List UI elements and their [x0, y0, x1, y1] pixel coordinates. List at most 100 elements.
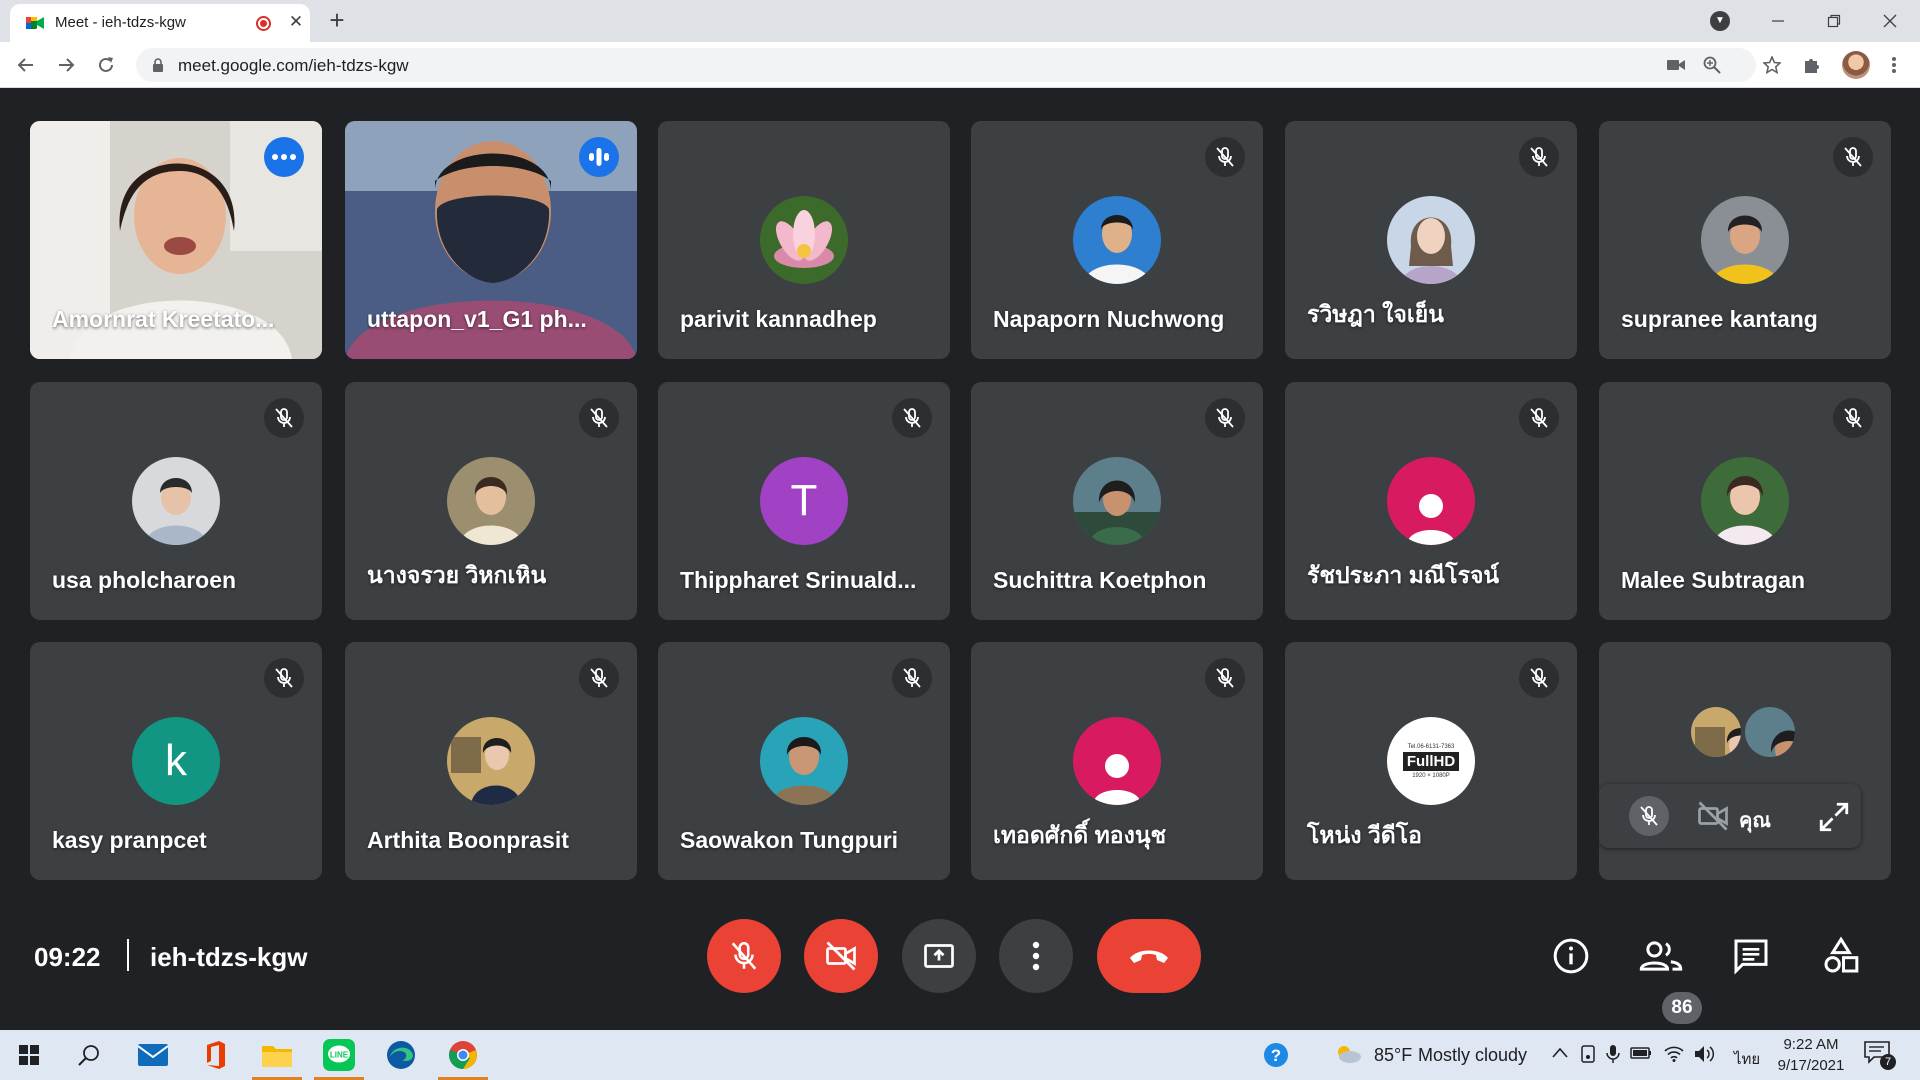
participant-tile[interactable]: Suchittra Koetphon: [971, 382, 1263, 620]
expand-icon[interactable]: [1817, 800, 1851, 834]
participant-tile[interactable]: Saowakon Tungpuri: [658, 642, 950, 880]
mini-avatar: [1691, 707, 1741, 757]
mic-off-icon: [1844, 147, 1862, 167]
forward-button[interactable]: [52, 51, 80, 79]
participant-tile[interactable]: T Thippharet Srinuald...: [658, 382, 950, 620]
people-button[interactable]: [1632, 927, 1690, 985]
address-bar[interactable]: meet.google.com/ieh-tdzs-kgw: [136, 48, 1781, 82]
minimize-button[interactable]: [1750, 0, 1806, 42]
browser-menu-button[interactable]: [1880, 51, 1908, 79]
camera-off-icon[interactable]: [1693, 798, 1733, 834]
muted-indicator: [1205, 658, 1245, 698]
meeting-time: 09:22: [34, 942, 101, 972]
camera-in-use-icon[interactable]: [1666, 55, 1686, 75]
windows-taskbar: LINE ? 85°F Mostly cloudy ไทย 9:22 AM 9/…: [0, 1030, 1920, 1080]
volume-icon[interactable]: [1694, 1044, 1716, 1064]
muted-indicator: [579, 658, 619, 698]
recording-indicator-icon: [256, 16, 271, 31]
start-button[interactable]: [0, 1030, 58, 1080]
search-button[interactable]: [60, 1030, 118, 1080]
office-app[interactable]: [186, 1030, 244, 1080]
restore-button[interactable]: [1806, 0, 1862, 42]
participant-tile[interactable]: Arthita Boonprasit: [345, 642, 637, 880]
muted-indicator: [1205, 398, 1245, 438]
participant-avatar: [1701, 457, 1789, 545]
help-button[interactable]: ?: [1248, 1030, 1304, 1080]
participant-name: uttapon_v1_G1 ph...: [367, 306, 587, 332]
participant-tile[interactable]: parivit kannadhep: [658, 121, 950, 359]
system-clock[interactable]: 9:22 AM 9/17/2021: [1775, 1034, 1847, 1076]
browser-tab-meet[interactable]: Meet - ieh-tdzs-kgw ✕: [10, 4, 310, 42]
minimize-icon: [1772, 20, 1784, 22]
notification-center-button[interactable]: 7: [1864, 1040, 1896, 1070]
participant-tile[interactable]: รัชประภา มณีโรจน์: [1285, 382, 1577, 620]
zoom-icon[interactable]: [1702, 55, 1722, 75]
mic-off-icon: [731, 941, 757, 970]
more-options-button[interactable]: [999, 919, 1073, 993]
present-screen-icon: [924, 944, 954, 968]
toggle-microphone-button[interactable]: [707, 919, 781, 993]
notification-count-badge: 7: [1880, 1054, 1896, 1070]
muted-indicator: [1833, 137, 1873, 177]
weather-temperature[interactable]: 85°F: [1374, 1045, 1412, 1066]
toggle-camera-button[interactable]: [804, 919, 878, 993]
participant-name: Arthita Boonprasit: [367, 827, 569, 853]
new-tab-button[interactable]: +: [325, 7, 349, 33]
participant-name: parivit kannadhep: [680, 306, 877, 332]
line-app[interactable]: LINE: [310, 1030, 368, 1080]
mic-off-icon: [1216, 147, 1234, 167]
self-tile[interactable]: คุณ: [1599, 642, 1891, 880]
participant-tile[interactable]: usa pholcharoen: [30, 382, 322, 620]
participant-tile[interactable]: Amornrat Kreetato...: [30, 121, 322, 359]
device-icon[interactable]: [1580, 1045, 1596, 1063]
wifi-icon[interactable]: [1664, 1044, 1684, 1062]
chevron-up-icon[interactable]: [1552, 1047, 1568, 1059]
participant-tile[interactable]: Napaporn Nuchwong: [971, 121, 1263, 359]
weather-description[interactable]: Mostly cloudy: [1418, 1045, 1527, 1066]
self-mic-button[interactable]: [1629, 796, 1669, 836]
help-icon: ?: [1264, 1043, 1288, 1067]
leave-call-button[interactable]: [1097, 919, 1201, 993]
tab-close-icon[interactable]: ✕: [286, 12, 306, 32]
meeting-code: ieh-tdzs-kgw: [150, 942, 308, 972]
battery-icon[interactable]: [1630, 1046, 1652, 1060]
present-screen-button[interactable]: [902, 919, 976, 993]
extensions-button[interactable]: [1798, 51, 1826, 79]
mail-app[interactable]: [124, 1030, 182, 1080]
bookmark-star-icon[interactable]: [1762, 55, 1782, 75]
self-preview-panel: คุณ: [1599, 784, 1861, 848]
reload-button[interactable]: [92, 51, 120, 79]
chrome-app[interactable]: [434, 1030, 492, 1080]
activities-button[interactable]: [1812, 927, 1870, 985]
participant-tile[interactable]: เทอดศักดิ์ ทองนุช: [971, 642, 1263, 880]
participant-tile[interactable]: Tel.06-6131-7363 FullHD 1920 × 1080P โหน่ง …: [1285, 642, 1577, 880]
file-explorer-app[interactable]: [248, 1030, 306, 1080]
speaking-indicator-icon: [589, 148, 609, 166]
participant-tile[interactable]: uttapon_v1_G1 ph...: [345, 121, 637, 359]
participant-tile[interactable]: k kasy pranpcet: [30, 642, 322, 880]
svg-text:?: ?: [1271, 1046, 1281, 1065]
participant-avatar: [760, 717, 848, 805]
muted-indicator: [264, 398, 304, 438]
back-button[interactable]: [12, 51, 40, 79]
profile-avatar[interactable]: [1842, 51, 1870, 79]
participant-name: Napaporn Nuchwong: [993, 306, 1225, 332]
tile-more-options-button[interactable]: [264, 137, 304, 177]
participant-tile[interactable]: รวิษฎา ใจเย็น: [1285, 121, 1577, 359]
browser-toolbar: meet.google.com/ieh-tdzs-kgw: [0, 42, 1920, 88]
tab-search-icon[interactable]: ▼: [1710, 11, 1730, 31]
chat-button[interactable]: [1722, 927, 1780, 985]
close-window-button[interactable]: [1862, 0, 1918, 42]
edge-app[interactable]: [372, 1030, 430, 1080]
input-language[interactable]: ไทย: [1734, 1047, 1760, 1071]
meeting-details-button[interactable]: [1542, 927, 1600, 985]
muted-indicator: [1519, 398, 1559, 438]
clock-date: 9/17/2021: [1777, 1057, 1845, 1074]
participant-tile[interactable]: supranee kantang: [1599, 121, 1891, 359]
meet-favicon-icon: [26, 17, 44, 29]
participant-tile[interactable]: Malee Subtragan: [1599, 382, 1891, 620]
microphone-icon[interactable]: [1606, 1044, 1620, 1064]
self-label: คุณ: [1739, 810, 1771, 832]
people-icon: [1639, 941, 1683, 971]
participant-tile[interactable]: นางจรวย วิหกเหิน: [345, 382, 637, 620]
